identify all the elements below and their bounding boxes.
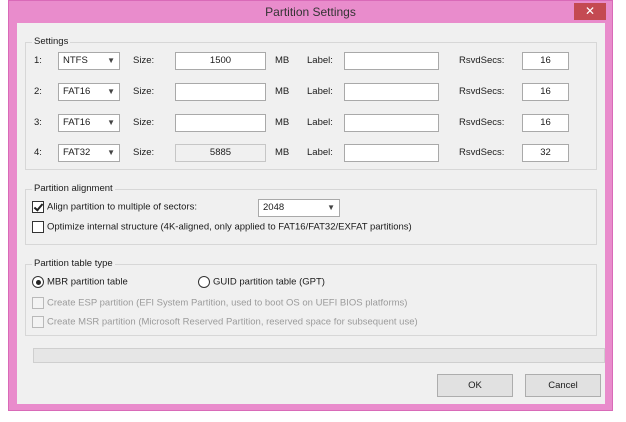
esp-checkbox	[32, 297, 44, 309]
filesystem-select-2[interactable]: FAT16 ▼	[58, 83, 120, 101]
size-label: Size:	[133, 86, 155, 97]
partition-index: 2:	[34, 86, 42, 97]
label-field-1[interactable]	[344, 52, 439, 70]
optimize-label: Optimize internal structure (4K-aligned,…	[47, 221, 412, 233]
mbr-radio[interactable]	[32, 276, 44, 288]
optimize-checkbox-row[interactable]: Optimize internal structure (4K-aligned,…	[32, 221, 412, 233]
gpt-label: GUID partition table (GPT)	[213, 276, 325, 288]
size-label: Size:	[133, 55, 155, 66]
label-field-4[interactable]	[344, 144, 439, 162]
size-field-4: 5885	[175, 144, 266, 162]
filesystem-select-1[interactable]: NTFS ▼	[58, 52, 120, 70]
rsvd-label: RsvdSecs:	[459, 117, 505, 128]
partition-index: 3:	[34, 117, 42, 128]
chevron-down-icon: ▼	[107, 148, 115, 157]
partition-index: 4:	[34, 147, 42, 158]
label-label: Label:	[307, 117, 333, 128]
title-bar[interactable]: Partition Settings ✕	[9, 1, 612, 23]
table-type-legend: Partition table type	[32, 258, 115, 269]
unit-label: MB	[275, 86, 290, 97]
rsvd-label: RsvdSecs:	[459, 86, 505, 97]
close-icon: ✕	[584, 4, 596, 18]
partition-index: 1:	[34, 55, 42, 66]
filesystem-select-4[interactable]: FAT32 ▼	[58, 144, 120, 162]
chevron-down-icon: ▼	[107, 118, 115, 127]
table-type-group: Partition table type MBR partition table…	[25, 258, 597, 336]
rsvd-field-1[interactable]: 16	[522, 52, 569, 70]
sectors-value: 2048	[263, 202, 285, 213]
rsvd-label: RsvdSecs:	[459, 55, 505, 66]
size-label: Size:	[133, 117, 155, 128]
align-checkbox-row[interactable]: Align partition to multiple of sectors:	[32, 201, 197, 213]
msr-checkbox-row: Create MSR partition (Microsoft Reserved…	[32, 316, 418, 328]
align-checkbox[interactable]	[32, 201, 44, 213]
alignment-legend: Partition alignment	[32, 183, 115, 194]
label-field-2[interactable]	[344, 83, 439, 101]
filesystem-select-3[interactable]: FAT16 ▼	[58, 114, 120, 132]
size-label: Size:	[133, 147, 155, 158]
filesystem-value: FAT16	[63, 117, 91, 128]
partition-settings-window: Partition Settings ✕ Settings 1: NTFS ▼ …	[8, 0, 613, 411]
optimize-checkbox[interactable]	[32, 221, 44, 233]
filesystem-value: FAT32	[63, 147, 91, 158]
unit-label: MB	[275, 147, 290, 158]
progress-bar	[33, 348, 605, 363]
rsvd-field-3[interactable]: 16	[522, 114, 569, 132]
unit-label: MB	[275, 55, 290, 66]
settings-group: Settings 1: NTFS ▼ Size: 1500 MB Label: …	[25, 36, 597, 170]
msr-label: Create MSR partition (Microsoft Reserved…	[47, 316, 418, 328]
label-label: Label:	[307, 147, 333, 158]
rsvd-label: RsvdSecs:	[459, 147, 505, 158]
ok-button[interactable]: OK	[437, 374, 513, 397]
msr-checkbox	[32, 316, 44, 328]
size-field-3[interactable]	[175, 114, 266, 132]
filesystem-value: FAT16	[63, 86, 91, 97]
sectors-select[interactable]: 2048 ▼	[258, 199, 340, 217]
size-field-1[interactable]: 1500	[175, 52, 266, 70]
cancel-button[interactable]: Cancel	[525, 374, 601, 397]
mbr-label: MBR partition table	[47, 276, 128, 288]
alignment-group: Partition alignment Align partition to m…	[25, 183, 597, 245]
esp-label: Create ESP partition (EFI System Partiti…	[47, 297, 408, 309]
settings-legend: Settings	[32, 36, 71, 47]
window-title: Partition Settings	[265, 5, 356, 19]
gpt-radio[interactable]	[198, 276, 210, 288]
filesystem-value: NTFS	[63, 55, 88, 66]
dialog-client-area: Settings 1: NTFS ▼ Size: 1500 MB Label: …	[17, 23, 605, 404]
chevron-down-icon: ▼	[327, 203, 335, 212]
gpt-radio-row[interactable]: GUID partition table (GPT)	[198, 276, 325, 288]
close-button[interactable]: ✕	[574, 3, 606, 20]
mbr-radio-row[interactable]: MBR partition table	[32, 276, 128, 288]
rsvd-field-2[interactable]: 16	[522, 83, 569, 101]
rsvd-field-4[interactable]: 32	[522, 144, 569, 162]
esp-checkbox-row: Create ESP partition (EFI System Partiti…	[32, 297, 407, 309]
unit-label: MB	[275, 117, 290, 128]
chevron-down-icon: ▼	[107, 56, 115, 65]
label-label: Label:	[307, 86, 333, 97]
label-field-3[interactable]	[344, 114, 439, 132]
label-label: Label:	[307, 55, 333, 66]
size-field-2[interactable]	[175, 83, 266, 101]
align-label: Align partition to multiple of sectors:	[47, 201, 197, 213]
chevron-down-icon: ▼	[107, 87, 115, 96]
